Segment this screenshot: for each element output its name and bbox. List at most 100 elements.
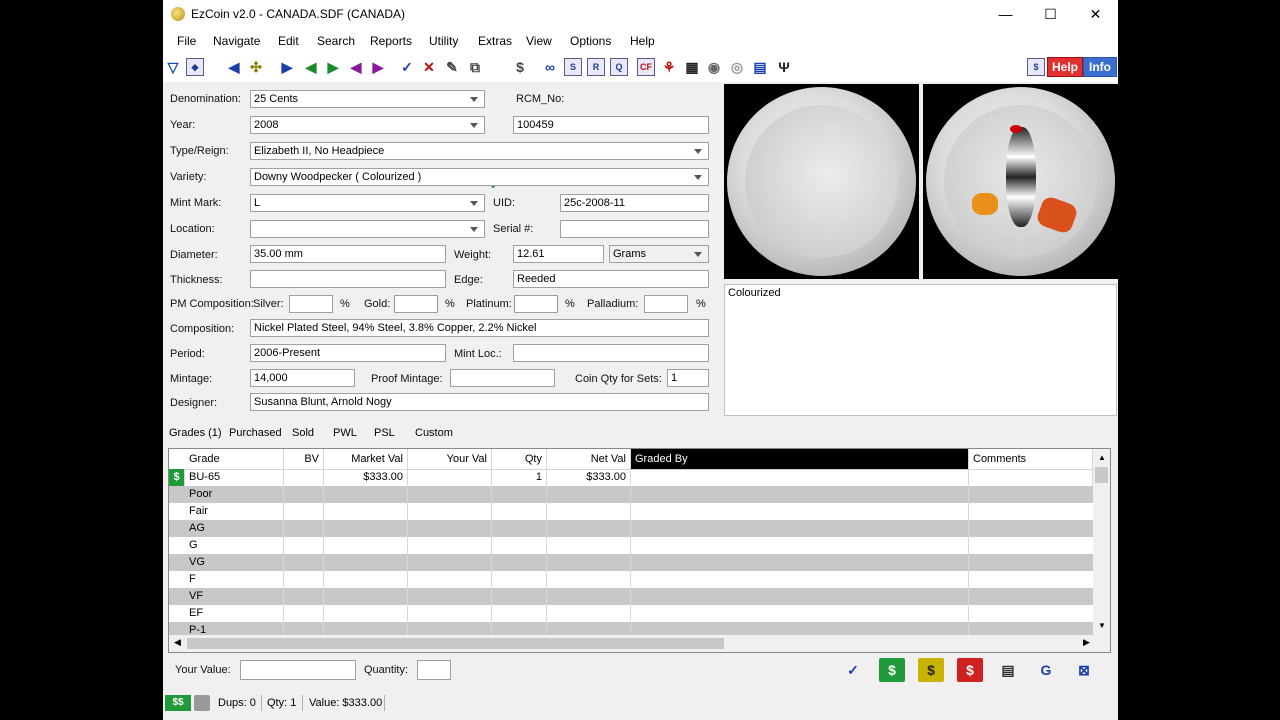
quantity-field[interactable] bbox=[417, 660, 451, 680]
comments-box[interactable]: Colourized bbox=[724, 284, 1117, 416]
link-icon[interactable]: ∞ bbox=[541, 58, 559, 76]
mintage-field[interactable]: 14,000 bbox=[250, 369, 355, 387]
q-report-icon[interactable]: Q bbox=[610, 58, 628, 76]
menu-edit[interactable]: Edit bbox=[278, 34, 299, 48]
gold-field[interactable] bbox=[394, 295, 438, 313]
grid-horizontal-scrollbar[interactable]: ◀ ▶ bbox=[169, 635, 1110, 652]
weight-unit-select[interactable]: Grams bbox=[609, 245, 709, 263]
tab-purchased[interactable]: Purchased bbox=[229, 427, 282, 439]
col-grade[interactable]: Grade bbox=[185, 449, 284, 469]
help-button[interactable]: Help bbox=[1047, 57, 1083, 77]
proof-mintage-field[interactable] bbox=[450, 369, 555, 387]
type-select[interactable]: Elizabeth II, No Headpiece bbox=[250, 142, 709, 160]
variety-select[interactable]: Downy Woodpecker ( Colourized ) bbox=[250, 168, 709, 186]
cf-icon[interactable]: CF bbox=[637, 58, 655, 76]
add-yellow-dollar-icon[interactable]: $ bbox=[918, 658, 944, 682]
prev-purple-icon[interactable]: ◀ bbox=[347, 58, 365, 76]
psi-icon[interactable]: Ψ bbox=[775, 58, 793, 76]
period-field[interactable]: 2006-Present bbox=[250, 344, 446, 362]
weight-field[interactable]: 12.61 bbox=[513, 245, 604, 263]
filter-icon[interactable]: ▽ bbox=[164, 58, 182, 76]
col-graded-by[interactable]: Graded By bbox=[631, 449, 969, 469]
coin-obverse-image[interactable] bbox=[724, 84, 919, 279]
grid-vertical-scrollbar[interactable]: ▲ ▼ bbox=[1093, 449, 1110, 635]
table-row[interactable]: VF bbox=[169, 588, 1093, 605]
menu-navigate[interactable]: Navigate bbox=[213, 34, 260, 48]
confirm-check-icon[interactable]: ✓ bbox=[840, 658, 866, 682]
mint-loc-field[interactable] bbox=[513, 344, 709, 362]
first-record-icon[interactable]: ◀ bbox=[225, 58, 243, 76]
next-green-icon[interactable]: ▶ bbox=[324, 58, 342, 76]
designer-field[interactable]: Susanna Blunt, Arnold Nogy bbox=[250, 393, 709, 411]
denomination-select[interactable]: 25 Cents bbox=[250, 90, 485, 108]
qty-sets-field[interactable]: 1 bbox=[667, 369, 709, 387]
cancel-x-icon[interactable]: ✕ bbox=[420, 58, 438, 76]
scroll-right-icon[interactable]: ▶ bbox=[1083, 637, 1090, 648]
scroll-left-icon[interactable]: ◀ bbox=[174, 637, 181, 648]
horizontal-scroll-thumb[interactable] bbox=[187, 638, 724, 649]
composition-field[interactable]: Nickel Plated Steel, 94% Steel, 3.8% Cop… bbox=[250, 319, 709, 337]
jump-icon[interactable]: ✣ bbox=[247, 58, 265, 76]
menu-extras[interactable]: Extras bbox=[478, 34, 512, 48]
g-grade-icon[interactable]: G bbox=[1033, 658, 1059, 682]
fit-window-icon[interactable]: ⊠ bbox=[1071, 658, 1097, 682]
tab-pwl[interactable]: PWL bbox=[333, 427, 357, 439]
menu-file[interactable]: File bbox=[177, 34, 196, 48]
table-row[interactable]: AG bbox=[169, 520, 1093, 537]
coin-silver-icon[interactable]: ◎ bbox=[728, 58, 746, 76]
col-bv[interactable]: BV bbox=[284, 449, 324, 469]
col-your-val[interactable]: Your Val bbox=[408, 449, 492, 469]
mint-mark-select[interactable]: L bbox=[250, 194, 485, 212]
images-icon[interactable]: ▤ bbox=[751, 58, 769, 76]
menu-search[interactable]: Search bbox=[317, 34, 355, 48]
maximize-button[interactable]: ☐ bbox=[1028, 0, 1073, 29]
platinum-field[interactable] bbox=[514, 295, 558, 313]
copy-icon[interactable]: ⧉ bbox=[466, 58, 484, 76]
year-select[interactable]: 2008 bbox=[250, 116, 485, 134]
vertical-scroll-thumb[interactable] bbox=[1095, 467, 1108, 483]
minimize-button[interactable]: — bbox=[983, 0, 1028, 29]
menu-utility[interactable]: Utility bbox=[429, 34, 458, 48]
goto-record-icon[interactable]: ◆ bbox=[186, 58, 204, 76]
menu-options[interactable]: Options bbox=[570, 34, 611, 48]
tab-psl[interactable]: PSL bbox=[374, 427, 395, 439]
table-row[interactable]: F bbox=[169, 571, 1093, 588]
your-value-field[interactable] bbox=[240, 660, 356, 680]
next-purple-icon[interactable]: ▶ bbox=[369, 58, 387, 76]
scroll-down-icon[interactable]: ▼ bbox=[1098, 621, 1106, 630]
rcm-field[interactable]: 100459 bbox=[513, 116, 709, 134]
serial-field[interactable] bbox=[560, 220, 709, 238]
r-report-icon[interactable]: R bbox=[587, 58, 605, 76]
table-row[interactable]: EF bbox=[169, 605, 1093, 622]
col-market-val[interactable]: Market Val bbox=[324, 449, 408, 469]
remove-red-dollar-icon[interactable]: $ bbox=[957, 658, 983, 682]
tab-custom[interactable]: Custom bbox=[415, 427, 453, 439]
col-net-val[interactable]: Net Val bbox=[547, 449, 631, 469]
coin-gray-icon[interactable]: ◉ bbox=[705, 58, 723, 76]
grid-icon[interactable]: ▦ bbox=[683, 58, 701, 76]
table-row[interactable]: Fair bbox=[169, 503, 1093, 520]
tree-icon[interactable]: ⚘ bbox=[660, 58, 678, 76]
table-row[interactable]: VG bbox=[169, 554, 1093, 571]
col-comments[interactable]: Comments bbox=[969, 449, 1093, 469]
close-button[interactable]: ✕ bbox=[1073, 0, 1118, 29]
add-green-dollar-icon[interactable]: $ bbox=[879, 658, 905, 682]
prev-green-icon[interactable]: ◀ bbox=[302, 58, 320, 76]
thickness-field[interactable] bbox=[250, 270, 446, 288]
menu-view[interactable]: View bbox=[526, 34, 552, 48]
info-button[interactable]: Info bbox=[1083, 57, 1117, 77]
table-row[interactable]: $ BU-65 $333.00 1 $333.00 bbox=[169, 469, 1093, 486]
col-qty[interactable]: Qty bbox=[492, 449, 547, 469]
table-row[interactable]: Poor bbox=[169, 486, 1093, 503]
next-record-icon[interactable]: ▶ bbox=[278, 58, 296, 76]
silver-field[interactable] bbox=[289, 295, 333, 313]
edit-icon[interactable]: ✎ bbox=[443, 58, 461, 76]
dollar-settings-icon[interactable]: $ bbox=[1027, 58, 1045, 76]
table-row[interactable]: G bbox=[169, 537, 1093, 554]
tab-grades[interactable]: Grades (1) bbox=[169, 427, 222, 439]
save-check-icon[interactable]: ✓ bbox=[398, 58, 416, 76]
list-view-icon[interactable]: ▤ bbox=[995, 658, 1021, 682]
tab-sold[interactable]: Sold bbox=[292, 427, 314, 439]
diameter-field[interactable]: 35.00 mm bbox=[250, 245, 446, 263]
s-report-icon[interactable]: S bbox=[564, 58, 582, 76]
